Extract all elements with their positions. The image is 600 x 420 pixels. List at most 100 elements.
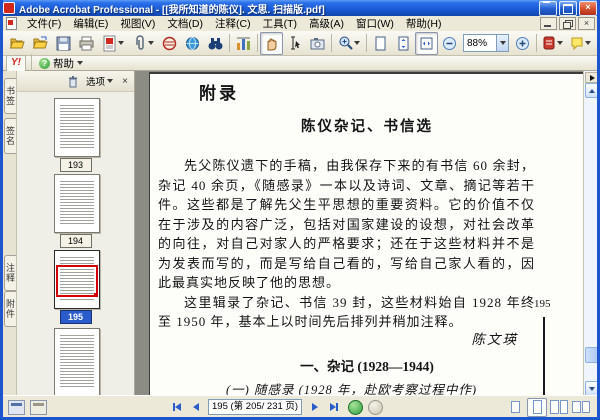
yahoo-toolbar-button[interactable]: Y! — [6, 54, 26, 72]
print-button[interactable] — [75, 32, 98, 55]
appendix-heading: 附录 — [199, 84, 239, 103]
thumbnail-label-193[interactable]: 193 — [59, 158, 92, 172]
menu-file[interactable]: 文件(F) — [21, 15, 67, 32]
document-title: 陈仪杂记、书信选 — [301, 119, 433, 135]
view-rect-handle[interactable] — [94, 293, 98, 297]
fit-page-button[interactable] — [392, 32, 415, 55]
minimize-icon — [543, 0, 550, 3]
thumbnail-page-195[interactable] — [54, 250, 100, 309]
minimize-button[interactable] — [539, 0, 557, 16]
fit-width-button[interactable] — [415, 31, 438, 55]
help-button[interactable]: ? 帮助 — [34, 55, 88, 72]
options-label: 选项 — [85, 77, 105, 88]
doc-minimize-icon — [544, 25, 551, 27]
trash-icon[interactable] — [67, 75, 79, 88]
vertical-scrollbar[interactable] — [583, 71, 597, 396]
menu-edit[interactable]: 编辑(E) — [67, 15, 114, 32]
dropdown-arrow-icon — [353, 41, 360, 45]
save-a-copy-button[interactable] — [29, 32, 52, 55]
magnifier-plus-icon — [339, 36, 353, 50]
thumbnail-page-194[interactable] — [54, 174, 100, 233]
page-view-rectangle[interactable] — [56, 265, 98, 297]
tile-view-icon[interactable] — [30, 399, 47, 415]
scrollbar-thumb[interactable] — [585, 347, 597, 363]
scroll-down-button[interactable] — [585, 381, 597, 396]
search-button[interactable] — [204, 32, 227, 55]
organizer-button[interactable] — [232, 32, 255, 55]
document-pane[interactable]: 附录 陈仪杂记、书信选 先父陈仪遗下的手稿，由我保存下来的有书信 60 余封，杂… — [135, 71, 583, 395]
first-page-button[interactable] — [167, 398, 186, 416]
tab-bookmarks[interactable]: 书签 — [4, 78, 16, 114]
menu-tools[interactable]: 工具(T) — [257, 15, 303, 32]
menu-window[interactable]: 窗口(W) — [350, 15, 400, 32]
facing-layout-button[interactable] — [571, 398, 591, 417]
continuous-icon — [532, 400, 542, 414]
thumbnail-label-194[interactable]: 194 — [59, 234, 92, 248]
tab-comments[interactable]: 注释 — [4, 255, 16, 291]
menu-bar: 文件(F) 编辑(E) 视图(V) 文档(D) 注释(C) 工具(T) 高级(A… — [3, 16, 597, 32]
create-pdf-button[interactable] — [98, 32, 128, 55]
open-button[interactable] — [6, 32, 29, 55]
page-size-icon[interactable] — [8, 399, 25, 415]
zoom-level-combo[interactable]: 88% — [463, 34, 509, 52]
zoom-in-button[interactable] — [511, 32, 534, 55]
open-folder-icon — [9, 38, 25, 48]
next-page-button[interactable] — [305, 398, 324, 416]
fit-page-icon — [398, 36, 409, 50]
menu-help[interactable]: 帮助(H) — [400, 15, 448, 32]
ink-tool-button[interactable] — [595, 32, 597, 55]
next-view-button[interactable] — [368, 399, 384, 415]
note-tool-button[interactable] — [567, 32, 595, 55]
dropdown-arrow-icon — [500, 41, 506, 45]
options-menu-button[interactable]: 选项 — [83, 72, 116, 90]
zoom-tool-button[interactable] — [334, 32, 364, 55]
binoculars-icon — [208, 37, 223, 49]
menu-comments[interactable]: 注释(C) — [209, 15, 257, 32]
select-tool-icon — [291, 36, 300, 49]
single-page-icon — [510, 401, 520, 413]
continuous-layout-button[interactable] — [527, 397, 547, 417]
actual-size-button[interactable] — [369, 32, 392, 55]
pages-panel-header: 选项 × — [17, 71, 134, 92]
maximize-button[interactable] — [559, 0, 577, 16]
continuous-facing-layout-button[interactable] — [549, 398, 569, 417]
zoom-combo-dropdown[interactable] — [496, 35, 508, 51]
toolbar-separator — [366, 34, 367, 52]
previous-page-button[interactable] — [186, 398, 205, 416]
single-page-layout-button[interactable] — [505, 398, 525, 417]
main-toolbar: 88% — [3, 31, 597, 56]
page-number-field[interactable]: 195 (第 205/ 231 页) — [208, 399, 303, 415]
save-button[interactable] — [52, 32, 75, 55]
doc-restore-button[interactable] — [559, 17, 576, 30]
close-button[interactable]: × — [579, 0, 597, 16]
panel-close-button[interactable]: × — [119, 76, 131, 87]
doc-minimize-button[interactable] — [540, 17, 557, 30]
thumbnail-label-195[interactable]: 195 — [59, 310, 92, 324]
folder-arrow-icon — [32, 36, 48, 48]
thumbnail-page-next-partial[interactable] — [54, 328, 100, 395]
review-tracker-button[interactable] — [539, 32, 567, 55]
select-tool-button[interactable] — [283, 32, 306, 55]
attach-button[interactable] — [128, 32, 158, 55]
web-capture-button[interactable] — [181, 32, 204, 55]
tab-attachments[interactable]: 附件 — [4, 291, 16, 327]
zoom-out-button[interactable] — [438, 32, 461, 55]
scroll-up-button[interactable] — [585, 83, 597, 98]
review-stamp-button[interactable] — [158, 32, 181, 55]
first-page-icon — [174, 403, 181, 411]
doc-close-button[interactable]: × — [578, 17, 595, 30]
previous-view-button[interactable] — [348, 399, 364, 415]
paragraph-2: 这里辑录了杂记、书信 39 封，这些材料始自 1928 年终至 1950 年，基… — [158, 294, 535, 330]
pdf-page[interactable]: 附录 陈仪杂记、书信选 先父陈仪遗下的手稿，由我保存下来的有书信 60 余封，杂… — [149, 72, 583, 395]
tab-signatures[interactable]: 签名 — [4, 118, 16, 154]
hand-tool-button[interactable] — [260, 31, 283, 55]
snapshot-camera-icon — [310, 37, 325, 49]
menu-document[interactable]: 文档(D) — [161, 15, 209, 32]
menu-view[interactable]: 视图(V) — [114, 15, 161, 32]
pane-toggle-button[interactable] — [585, 72, 597, 83]
pdf-document-icon[interactable] — [6, 17, 17, 30]
snapshot-tool-button[interactable] — [306, 32, 329, 55]
thumbnail-page-193[interactable] — [54, 98, 100, 157]
menu-advanced[interactable]: 高级(A) — [303, 15, 350, 32]
last-page-button[interactable] — [324, 398, 343, 416]
